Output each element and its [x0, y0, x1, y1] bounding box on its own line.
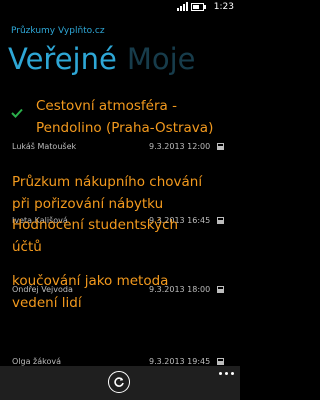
- pivot-tab-public[interactable]: Veřejné: [8, 40, 117, 78]
- pivot-headers: Veřejné Moje: [8, 40, 196, 78]
- checkmark-icon: [11, 108, 23, 118]
- ellipsis-icon: [219, 372, 222, 375]
- status-bar: 1:23: [0, 0, 240, 14]
- survey-title: Cestovní atmosféra - Pendolino (Praha-Os…: [36, 98, 214, 136]
- save-icon: [217, 143, 224, 150]
- survey-title: Hodnocení studentských účtů: [12, 217, 179, 255]
- refresh-button[interactable]: [108, 371, 130, 393]
- survey-author: Lukáš Matoušek: [12, 142, 77, 151]
- survey-author: Olga žáková: [12, 357, 62, 366]
- survey-date: 9.3.2013 19:45: [149, 357, 211, 366]
- battery-icon: [191, 3, 206, 11]
- survey-date: 9.3.2013 18:00: [149, 285, 211, 294]
- survey-title: Průzkum nákupního chování při pořizování…: [12, 174, 203, 212]
- signal-icon: [177, 2, 188, 11]
- survey-item[interactable]: Hodnocení studentských účtů: [0, 214, 240, 274]
- refresh-icon: [114, 377, 124, 387]
- app-bar: [0, 366, 240, 400]
- save-icon: [217, 358, 224, 365]
- app-title: Průzkumy Vyplňto.cz: [11, 26, 105, 36]
- more-options-button[interactable]: [219, 372, 234, 375]
- survey-item[interactable]: koučování jako metoda vedení lidí: [0, 270, 240, 330]
- survey-date: 9.3.2013 12:00: [149, 142, 211, 151]
- clock: 1:23: [213, 2, 234, 12]
- save-icon: [217, 286, 224, 293]
- survey-author: Ondřej Vejvoda: [12, 285, 73, 294]
- survey-item[interactable]: Cestovní atmosféra - Pendolino (Praha-Os…: [0, 92, 240, 152]
- status-icons: [177, 2, 206, 11]
- pivot-tab-mine[interactable]: Moje: [127, 40, 196, 78]
